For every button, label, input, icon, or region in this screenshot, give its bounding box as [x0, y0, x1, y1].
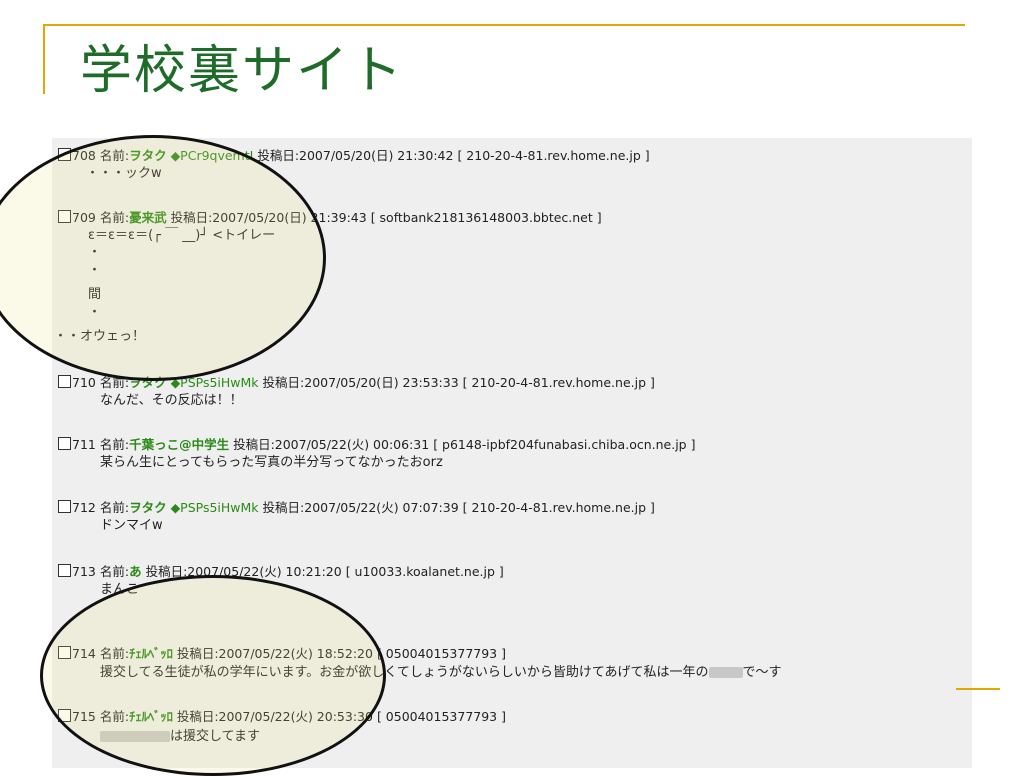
post-body: ドンマイw	[100, 518, 163, 533]
highlight-circle	[40, 575, 386, 776]
post-body: 某らん生にとってもらった写真の半分写ってなかったおorz	[100, 455, 443, 470]
post-header: 712 名前:ヲタク ◆PSPs5iHwMk 投稿日:2007/05/22(火)…	[58, 499, 655, 517]
checkbox[interactable]	[58, 564, 71, 577]
slide-title: 学校裏サイト	[80, 41, 405, 101]
poster-name[interactable]: あ	[129, 564, 142, 579]
checkbox[interactable]	[58, 375, 71, 388]
post-header: 713 名前:あ 投稿日:2007/05/22(火) 10:21:20 [ u1…	[58, 563, 504, 581]
poster-trip: ◆PSPs5iHwMk	[170, 500, 259, 515]
post-header: 711 名前:千葉っこ@中学生 投稿日:2007/05/22(火) 00:06:…	[58, 436, 695, 454]
checkbox[interactable]	[58, 437, 71, 450]
slide-right-rule	[956, 688, 1000, 690]
redacted-block	[708, 667, 743, 678]
slide-left-rule	[43, 24, 45, 94]
slide-top-rule	[43, 24, 965, 26]
poster-name[interactable]: ヲタク	[129, 500, 167, 515]
poster-name[interactable]: 千葉っこ@中学生	[129, 437, 229, 452]
checkbox[interactable]	[58, 500, 71, 513]
post-body: なんだ、その反応は！！	[100, 393, 243, 408]
